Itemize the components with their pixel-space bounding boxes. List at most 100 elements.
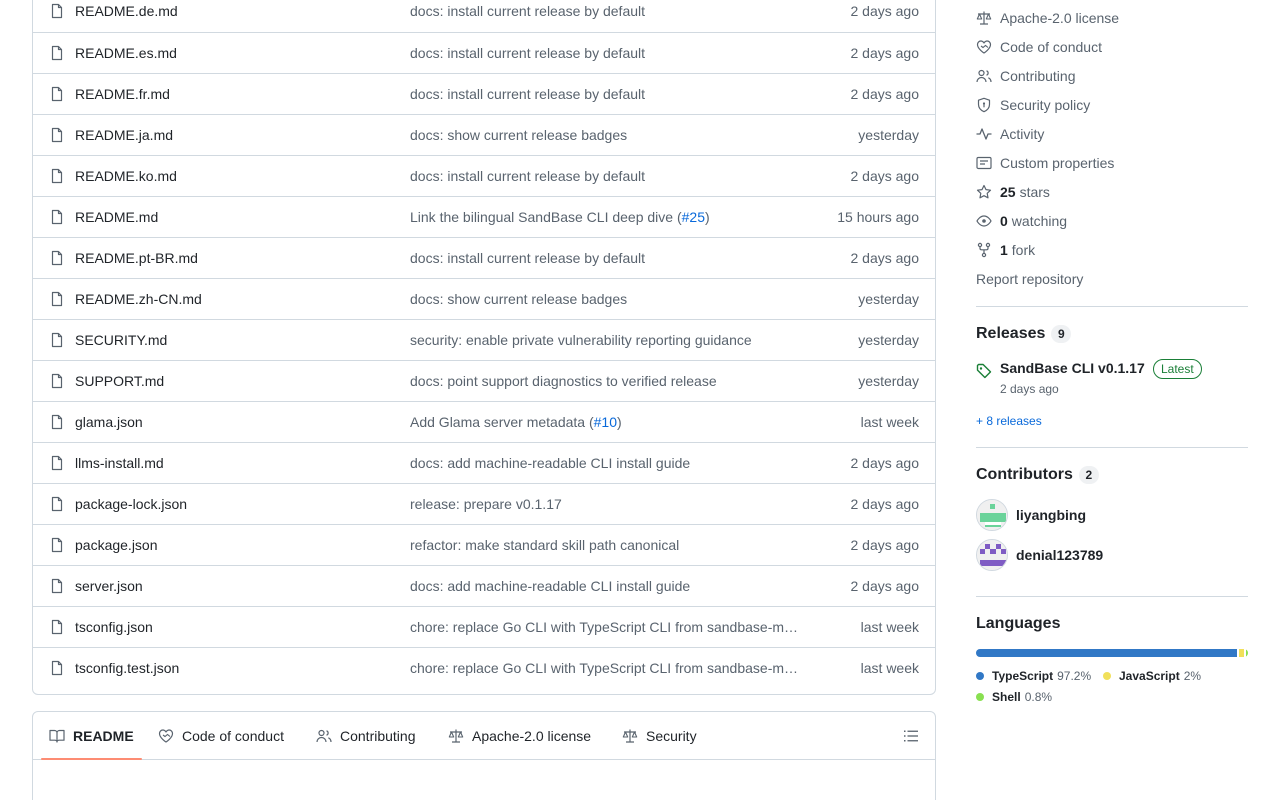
contributor-item[interactable]: liyangbing — [976, 499, 1086, 531]
file-name-link[interactable]: glama.json — [75, 414, 143, 430]
file-name-link[interactable]: SUPPORT.md — [75, 373, 164, 389]
file-name-link[interactable]: README.ja.md — [75, 127, 173, 143]
commit-message-link[interactable]: docs: show current release badges — [410, 127, 802, 143]
avatar[interactable] — [976, 499, 1008, 531]
pull-request-link[interactable]: #10 — [594, 414, 617, 430]
file-name-link[interactable]: server.json — [75, 578, 143, 594]
commit-date: yesterday — [858, 332, 919, 348]
file-row[interactable]: README.pt-BR.md docs: install current rel… — [33, 237, 935, 278]
language-item[interactable]: JavaScript 2% — [1103, 668, 1201, 684]
contributors-title: Contributors — [976, 466, 1073, 483]
tag-icon — [976, 363, 992, 379]
file-row[interactable]: SUPPORT.md docs: point support diagnostic… — [33, 360, 935, 401]
readme-tab-code-of-conduct[interactable]: Code of conduct — [158, 712, 284, 760]
file-name-link[interactable]: README.md — [75, 209, 158, 225]
avatar[interactable] — [976, 539, 1008, 571]
file-row[interactable]: README.zh-CN.md docs: show current releas… — [33, 278, 935, 319]
releases-heading[interactable]: Releases 9 — [976, 325, 1072, 343]
more-releases-link[interactable]: + 8 releases — [976, 414, 1042, 428]
file-name-link[interactable]: SECURITY.md — [75, 332, 167, 348]
commit-message-link[interactable]: release: prepare v0.1.17 — [410, 496, 802, 512]
sidebar-link-apache-2-0-license[interactable]: Apache-2.0 license — [976, 8, 1119, 28]
pull-request-link[interactable]: #25 — [682, 209, 705, 225]
commit-message-link[interactable]: chore: replace Go CLI with TypeScript CL… — [410, 619, 802, 635]
contributor-name[interactable]: liyangbing — [1016, 507, 1086, 523]
sidebar-link-fork[interactable]: 1 fork — [976, 240, 1035, 260]
language-item[interactable]: Shell 0.8% — [976, 689, 1052, 705]
file-row[interactable]: README.es.md docs: install current releas… — [33, 32, 935, 73]
sidebar-link-stars[interactable]: 25 stars — [976, 182, 1050, 202]
commit-message-link[interactable]: refactor: make standard skill path canon… — [410, 537, 802, 553]
commit-date: last week — [860, 660, 919, 676]
file-row[interactable]: SECURITY.md security: enable private vuln… — [33, 319, 935, 360]
commit-message-link[interactable]: docs: point support diagnostics to verif… — [410, 373, 802, 389]
file-name-link[interactable]: package.json — [75, 537, 158, 553]
sidebar-link-contributing[interactable]: Contributing — [976, 66, 1076, 86]
file-name-link[interactable]: README.de.md — [75, 3, 178, 19]
contributor-item[interactable]: denial123789 — [976, 539, 1103, 571]
sidebar-link-label: Contributing — [1000, 68, 1076, 84]
commit-message-link[interactable]: docs: install current release by default — [410, 3, 802, 19]
commit-message-link[interactable]: security: enable private vulnerability r… — [410, 332, 802, 348]
file-name-link[interactable]: tsconfig.json — [75, 619, 153, 635]
contributor-name[interactable]: denial123789 — [1016, 547, 1103, 563]
file-name-link[interactable]: tsconfig.test.json — [75, 660, 179, 676]
commit-message-text: docs: add machine-readable CLI install g… — [410, 578, 691, 594]
sidebar-link-watching[interactable]: 0 watching — [976, 211, 1067, 231]
commit-message-text: Add Glama server metadata ( — [410, 414, 594, 430]
sidebar-link-custom-properties[interactable]: Custom properties — [976, 153, 1114, 173]
file-name-link[interactable]: README.zh-CN.md — [75, 291, 202, 307]
sidebar-link-report-repository[interactable]: Report repository — [976, 269, 1083, 289]
file-name-link[interactable]: llms-install.md — [75, 455, 164, 471]
file-row[interactable]: README.ko.md docs: install current releas… — [33, 155, 935, 196]
sidebar-link-code-of-conduct[interactable]: Code of conduct — [976, 37, 1102, 57]
list-unordered-icon[interactable] — [903, 728, 919, 744]
commit-message-link[interactable]: docs: add machine-readable CLI install g… — [410, 455, 802, 471]
file-name-link[interactable]: README.ko.md — [75, 168, 177, 184]
contributors-heading[interactable]: Contributors 2 — [976, 466, 1099, 484]
file-icon — [51, 250, 63, 266]
file-name-link[interactable]: README.es.md — [75, 45, 177, 61]
file-row[interactable]: glama.json Add Glama server metadata (#10… — [33, 401, 935, 442]
file-icon — [51, 291, 63, 307]
commit-message-link[interactable]: docs: install current release by default — [410, 86, 802, 102]
file-row[interactable]: server.json docs: add machine-readable CL… — [33, 565, 935, 606]
commit-message-link[interactable]: Link the bilingual SandBase CLI deep div… — [410, 209, 802, 225]
file-row[interactable]: package.json refactor: make standard skil… — [33, 524, 935, 565]
readme-tab-contributing[interactable]: Contributing — [316, 712, 416, 760]
readme-tab-security[interactable]: Security — [622, 712, 697, 760]
sidebar-link-label: Code of conduct — [1000, 39, 1102, 55]
sidebar-link-count: 1 — [1000, 242, 1008, 258]
file-name-link[interactable]: package-lock.json — [75, 496, 187, 512]
readme-tab-readme[interactable]: README — [49, 712, 134, 760]
file-row[interactable]: llms-install.md docs: add machine-readabl… — [33, 442, 935, 483]
file-row[interactable]: README.ja.md docs: show current release b… — [33, 114, 935, 155]
file-icon — [51, 496, 63, 512]
readme-tab-apache-2-0-license[interactable]: Apache-2.0 license — [448, 712, 591, 760]
commit-message-link[interactable]: docs: show current release badges — [410, 291, 802, 307]
sidebar-link-label: Activity — [1000, 126, 1045, 142]
language-bar-segment — [1238, 649, 1244, 657]
sidebar-link-security-policy[interactable]: Security policy — [976, 95, 1090, 115]
sidebar-link-activity[interactable]: Activity — [976, 124, 1044, 144]
commit-message-link[interactable]: Add Glama server metadata (#10) — [410, 414, 802, 430]
file-row[interactable]: package-lock.json release: prepare v0.1.1… — [33, 483, 935, 524]
commit-message-link[interactable]: docs: add machine-readable CLI install g… — [410, 578, 802, 594]
file-row[interactable]: README.de.md docs: install current releas… — [33, 0, 935, 32]
language-color-dot — [1103, 672, 1111, 680]
language-bar — [976, 649, 1248, 657]
commit-message-link[interactable]: chore: replace Go CLI with TypeScript CL… — [410, 660, 802, 676]
file-row[interactable]: tsconfig.json chore: replace Go CLI with … — [33, 606, 935, 647]
commit-message-link[interactable]: docs: install current release by default — [410, 250, 802, 266]
readme-tab-bar: README Code of conduct Contributing Apache-… — [33, 712, 935, 760]
file-row[interactable]: README.fr.md docs: install current releas… — [33, 73, 935, 114]
language-item[interactable]: TypeScript 97.2% — [976, 668, 1091, 684]
file-row[interactable]: tsconfig.test.json chore: replace Go CLI … — [33, 647, 935, 688]
file-row[interactable]: README.md Link the bilingual SandBase CLI… — [33, 196, 935, 237]
file-name-link[interactable]: README.pt-BR.md — [75, 250, 198, 266]
commit-message-link[interactable]: docs: install current release by default — [410, 45, 802, 61]
commit-message-text: security: enable private vulnerability r… — [410, 332, 752, 348]
commit-message-link[interactable]: docs: install current release by default — [410, 168, 802, 184]
latest-release-link[interactable]: SandBase CLI v0.1.17 — [1000, 360, 1145, 376]
file-name-link[interactable]: README.fr.md — [75, 86, 170, 102]
